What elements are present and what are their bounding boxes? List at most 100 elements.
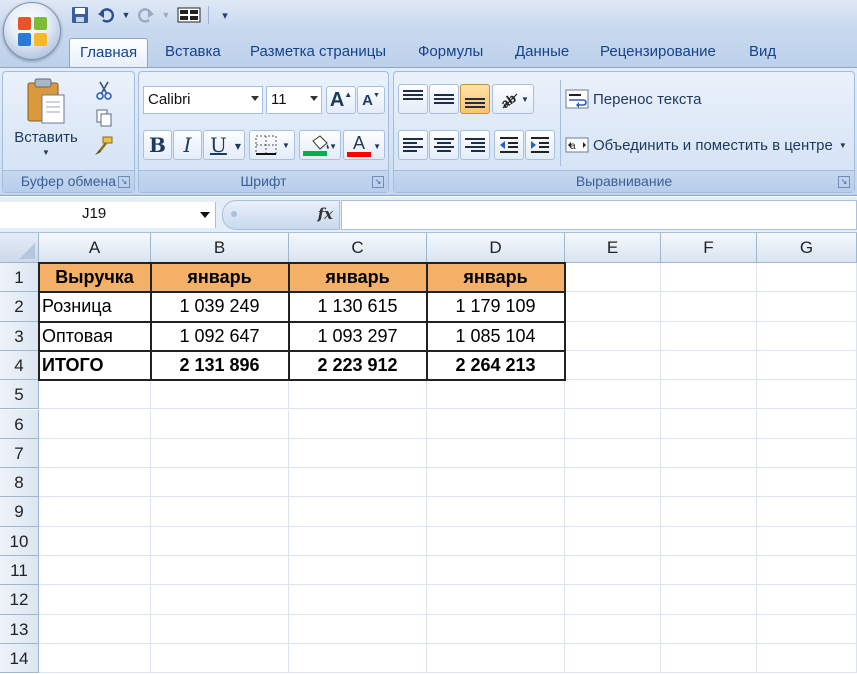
fill-color-button[interactable]: ▼: [299, 130, 341, 160]
redo-dropdown-icon[interactable]: ▼: [162, 5, 171, 25]
row-header-14[interactable]: 14: [0, 643, 39, 674]
cell-g4[interactable]: [757, 350, 857, 381]
cell-f13[interactable]: [661, 614, 757, 644]
cell-e1[interactable]: [565, 263, 661, 293]
cell-f10[interactable]: [661, 526, 757, 556]
row-header-8[interactable]: 8: [0, 468, 39, 498]
font-size-select[interactable]: 11: [266, 86, 322, 114]
cell-d9[interactable]: [427, 497, 565, 527]
cell-a11[interactable]: [39, 556, 151, 586]
undo-icon[interactable]: [96, 5, 116, 25]
cell-c7[interactable]: [289, 438, 427, 469]
office-button[interactable]: [3, 2, 61, 60]
cell-g6[interactable]: [757, 409, 857, 439]
cell-f5[interactable]: [661, 380, 757, 410]
cell-g2[interactable]: [757, 292, 857, 322]
cell-b4[interactable]: 2 131 896: [151, 350, 289, 381]
cell-g12[interactable]: [757, 585, 857, 615]
tab-page-layout[interactable]: Разметка страницы: [250, 38, 386, 68]
italic-button[interactable]: I: [173, 130, 202, 160]
cell-d12[interactable]: [427, 585, 565, 615]
orientation-button[interactable]: ab ▼: [492, 84, 534, 114]
cell-d6[interactable]: [427, 409, 565, 439]
decrease-indent-button[interactable]: [494, 130, 524, 160]
formula-bar-handle[interactable]: [231, 211, 237, 217]
font-color-button[interactable]: A ▼: [343, 130, 385, 160]
grow-font-button[interactable]: A ▲: [326, 86, 356, 114]
row-header-10[interactable]: 10: [0, 526, 39, 556]
cell-d3[interactable]: 1 085 104: [427, 321, 565, 351]
cut-button[interactable]: [91, 78, 117, 102]
merge-center-button[interactable]: a Объединить и поместить в центре ▼: [564, 132, 854, 158]
cell-f11[interactable]: [661, 556, 757, 586]
cell-f6[interactable]: [661, 409, 757, 439]
column-header-c[interactable]: C: [289, 233, 427, 263]
cell-c1[interactable]: январь: [289, 263, 427, 293]
tab-view[interactable]: Вид: [749, 38, 776, 68]
cell-c12[interactable]: [289, 585, 427, 615]
cell-c8[interactable]: [289, 468, 427, 498]
cell-c4[interactable]: 2 223 912: [289, 350, 427, 381]
cell-a9[interactable]: [39, 497, 151, 527]
dialog-launcher-icon[interactable]: ↘: [372, 176, 384, 188]
cell-e14[interactable]: [565, 643, 661, 674]
save-icon[interactable]: [70, 5, 90, 25]
cell-g10[interactable]: [757, 526, 857, 556]
select-all-button[interactable]: [0, 233, 39, 263]
cell-e7[interactable]: [565, 438, 661, 469]
cell-a14[interactable]: [39, 643, 151, 674]
cell-b8[interactable]: [151, 468, 289, 498]
cell-g5[interactable]: [757, 380, 857, 410]
cell-e10[interactable]: [565, 526, 661, 556]
cell-d1[interactable]: январь: [427, 263, 565, 293]
row-header-12[interactable]: 12: [0, 585, 39, 615]
cell-e2[interactable]: [565, 292, 661, 322]
cell-b14[interactable]: [151, 643, 289, 674]
cell-g14[interactable]: [757, 643, 857, 674]
cell-c13[interactable]: [289, 614, 427, 644]
underline-button[interactable]: U ▼: [203, 130, 245, 160]
cell-d4[interactable]: 2 264 213: [427, 350, 565, 381]
cell-b3[interactable]: 1 092 647: [151, 321, 289, 351]
increase-indent-button[interactable]: [525, 130, 555, 160]
column-header-a[interactable]: A: [39, 233, 151, 263]
cell-e6[interactable]: [565, 409, 661, 439]
cell-b11[interactable]: [151, 556, 289, 586]
cell-b2[interactable]: 1 039 249: [151, 292, 289, 322]
cell-b10[interactable]: [151, 526, 289, 556]
row-header-1[interactable]: 1: [0, 263, 39, 293]
tab-insert[interactable]: Вставка: [165, 38, 221, 68]
align-bottom-button[interactable]: [460, 84, 490, 114]
cell-d2[interactable]: 1 179 109: [427, 292, 565, 322]
customize-icon[interactable]: ▾: [215, 5, 235, 25]
cell-d13[interactable]: [427, 614, 565, 644]
cell-a8[interactable]: [39, 468, 151, 498]
cell-b6[interactable]: [151, 409, 289, 439]
formula-input[interactable]: [341, 200, 857, 230]
cell-a6[interactable]: [39, 409, 151, 439]
cell-a1[interactable]: Выручка: [39, 263, 151, 293]
column-header-g[interactable]: G: [757, 233, 857, 263]
cell-c9[interactable]: [289, 497, 427, 527]
cell-d7[interactable]: [427, 438, 565, 469]
align-center-button[interactable]: [429, 130, 459, 160]
cell-a5[interactable]: [39, 380, 151, 410]
cell-c3[interactable]: 1 093 297: [289, 321, 427, 351]
align-top-button[interactable]: [398, 84, 428, 114]
tab-review[interactable]: Рецензирование: [600, 38, 716, 68]
cell-b13[interactable]: [151, 614, 289, 644]
cell-g7[interactable]: [757, 438, 857, 469]
layout-icon[interactable]: [176, 5, 202, 25]
tab-home[interactable]: Главная: [69, 38, 149, 68]
cell-f4[interactable]: [661, 350, 757, 381]
cell-f2[interactable]: [661, 292, 757, 322]
column-header-f[interactable]: F: [661, 233, 757, 263]
cell-b1[interactable]: январь: [151, 263, 289, 293]
wrap-text-button[interactable]: Перенос текста: [564, 86, 744, 112]
cell-a4[interactable]: ИТОГО: [39, 350, 151, 381]
cell-g1[interactable]: [757, 263, 857, 293]
cell-d11[interactable]: [427, 556, 565, 586]
align-middle-button[interactable]: [429, 84, 459, 114]
cell-b12[interactable]: [151, 585, 289, 615]
cell-f1[interactable]: [661, 263, 757, 293]
